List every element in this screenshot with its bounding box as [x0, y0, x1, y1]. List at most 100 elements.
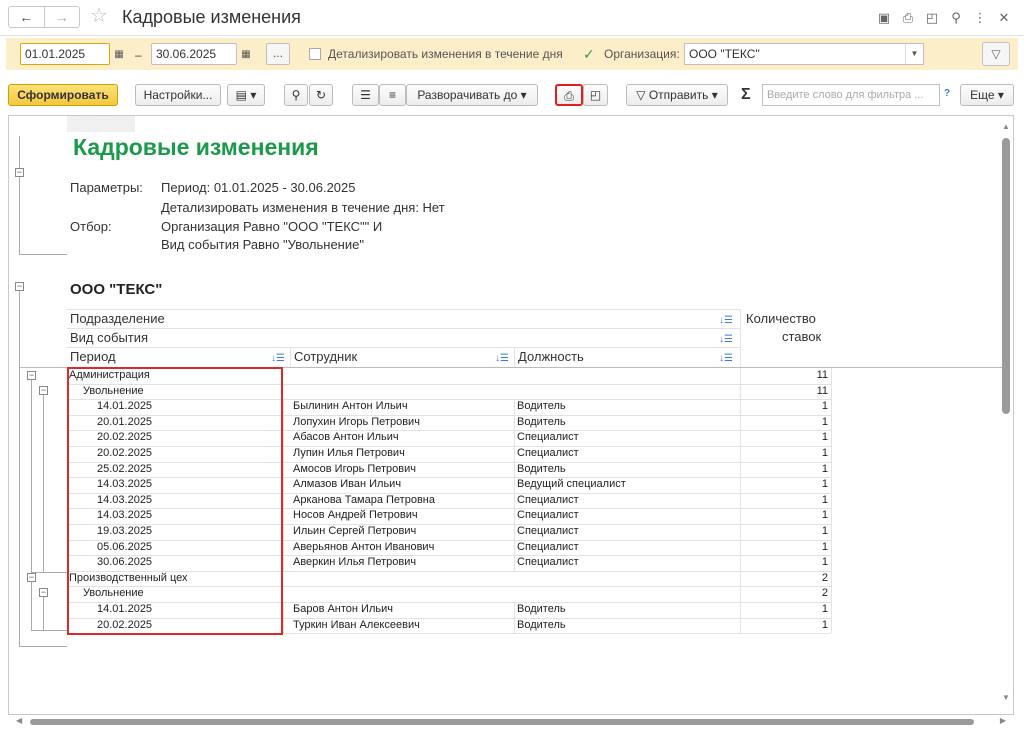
more-button[interactable]: Еще ▾	[960, 84, 1014, 106]
generate-button[interactable]: Сформировать	[8, 84, 118, 106]
sort-icon[interactable]: ↓☰	[719, 350, 733, 368]
employee-cell[interactable]: Баров Антон Ильич	[293, 602, 393, 617]
scroll-up-icon[interactable]: ▲	[1002, 122, 1010, 131]
header-count-line1[interactable]: Количество	[746, 310, 816, 328]
org-select[interactable]: ООО "ТЕКС" ▼	[684, 43, 924, 65]
chevron-down-icon[interactable]: ▼	[905, 44, 923, 64]
header-dept[interactable]: Подразделение	[70, 310, 165, 328]
count-cell[interactable]: 11	[742, 368, 828, 383]
print-icon[interactable]: ⎙	[896, 8, 920, 28]
employee-cell[interactable]: Амосов Игорь Петрович	[293, 462, 416, 477]
employee-cell[interactable]: Аверьянов Антон Иванович	[293, 540, 434, 555]
count-cell[interactable]: 1	[742, 415, 828, 430]
employee-cell[interactable]: Арканова Тамара Петровна	[293, 493, 435, 508]
employee-cell[interactable]: Лупин Илья Петрович	[293, 446, 405, 461]
count-cell[interactable]: 1	[742, 446, 828, 461]
scroll-down-icon[interactable]: ▼	[1002, 693, 1010, 702]
collapse-all-button[interactable]: ≡	[379, 84, 406, 106]
more-vertical-icon[interactable]: ⋮	[968, 8, 992, 28]
header-position[interactable]: Должность	[518, 348, 584, 366]
position-cell[interactable]: Специалист	[517, 540, 579, 555]
count-cell[interactable]: 1	[742, 399, 828, 414]
position-cell[interactable]: Водитель	[517, 602, 566, 617]
refresh-button[interactable]: ↻	[309, 84, 333, 106]
close-icon[interactable]: ✕	[992, 8, 1016, 28]
count-cell[interactable]: 1	[742, 524, 828, 539]
expand-to-button[interactable]: Разворачивать до ▾	[406, 84, 538, 106]
expand-all-button[interactable]: ☰	[352, 84, 379, 106]
filter-funnel-icon[interactable]: ▽	[982, 42, 1010, 66]
scroll-thumb[interactable]	[30, 719, 974, 725]
scroll-thumb[interactable]	[1002, 138, 1010, 414]
employee-cell[interactable]: Абасов Антон Ильич	[293, 430, 399, 445]
position-cell[interactable]: Специалист	[517, 493, 579, 508]
detail-checkbox[interactable]	[309, 48, 321, 60]
position-cell[interactable]: Водитель	[517, 462, 566, 477]
position-cell[interactable]: Специалист	[517, 508, 579, 523]
count-cell[interactable]: 1	[742, 602, 828, 617]
variant-button[interactable]: ▤ ▾	[227, 84, 265, 106]
count-cell[interactable]: 1	[742, 477, 828, 492]
search-button[interactable]: ⚲	[284, 84, 308, 106]
settings-button[interactable]: Настройки...	[135, 84, 221, 106]
sum-icon[interactable]: Σ	[741, 86, 751, 104]
employee-cell[interactable]: Туркин Иван Алексеевич	[293, 618, 420, 633]
collapse-dept-toggle[interactable]: −	[27, 371, 36, 380]
save-icon[interactable]: ▣	[872, 8, 896, 28]
horizontal-scrollbar[interactable]: ◀ ▶	[8, 716, 1008, 728]
count-cell[interactable]: 2	[742, 571, 828, 586]
sort-icon[interactable]: ↓☰	[719, 331, 733, 349]
print-button[interactable]: ⎙	[555, 84, 583, 106]
header-count-line2[interactable]: ставок	[782, 328, 821, 346]
employee-cell[interactable]: Лопухин Игорь Петрович	[293, 415, 420, 430]
position-cell[interactable]: Специалист	[517, 446, 579, 461]
favorite-star-icon[interactable]: ☆	[90, 5, 108, 27]
collapse-org-toggle[interactable]: −	[15, 282, 24, 291]
forward-arrow-icon[interactable]: →	[43, 7, 80, 27]
header-period[interactable]: Период	[70, 348, 116, 366]
calendar-to-icon[interactable]: ▦	[237, 44, 255, 64]
count-cell[interactable]: 1	[742, 493, 828, 508]
sort-icon[interactable]: ↓☰	[271, 350, 285, 368]
back-arrow-icon[interactable]: ←	[9, 7, 44, 27]
scroll-left-icon[interactable]: ◀	[16, 716, 22, 725]
org-checkbox[interactable]: ✓	[583, 47, 595, 61]
collapse-header-toggle[interactable]: −	[15, 168, 24, 177]
link-icon[interactable]: ⚲	[944, 8, 968, 28]
count-cell[interactable]: 1	[742, 618, 828, 633]
count-cell[interactable]: 1	[742, 430, 828, 445]
collapse-dept-toggle[interactable]: −	[27, 573, 36, 582]
sort-icon[interactable]: ↓☰	[495, 350, 509, 368]
position-cell[interactable]: Водитель	[517, 618, 566, 633]
scroll-right-icon[interactable]: ▶	[1000, 716, 1006, 725]
send-button[interactable]: ▽ Отправить ▾	[626, 84, 728, 106]
collapse-event-toggle[interactable]: −	[39, 386, 48, 395]
employee-cell[interactable]: Былинин Антон Ильич	[293, 399, 408, 414]
print-preview-button[interactable]: ◰	[583, 84, 608, 106]
position-cell[interactable]: Специалист	[517, 430, 579, 445]
count-cell[interactable]: 1	[742, 508, 828, 523]
count-cell[interactable]: 2	[742, 586, 828, 601]
count-cell[interactable]: 11	[742, 384, 828, 399]
position-cell[interactable]: Специалист	[517, 555, 579, 570]
employee-cell[interactable]: Ильин Сергей Петрович	[293, 524, 416, 539]
date-from-input[interactable]: 01.01.2025	[20, 43, 110, 65]
period-select-button[interactable]: ...	[266, 43, 290, 65]
employee-cell[interactable]: Алмазов Иван Ильич	[293, 477, 401, 492]
help-icon[interactable]: ?	[944, 88, 950, 99]
count-cell[interactable]: 1	[742, 462, 828, 477]
filter-search-input[interactable]: Введите слово для фильтра ...	[762, 84, 940, 106]
count-cell[interactable]: 1	[742, 555, 828, 570]
calendar-from-icon[interactable]: ▦	[110, 44, 128, 64]
count-cell[interactable]: 1	[742, 540, 828, 555]
sort-icon[interactable]: ↓☰	[719, 312, 733, 330]
employee-cell[interactable]: Носов Андрей Петрович	[293, 508, 418, 523]
vertical-scrollbar[interactable]: ▲ ▼	[999, 116, 1013, 714]
position-cell[interactable]: Водитель	[517, 415, 566, 430]
employee-cell[interactable]: Аверкин Илья Петрович	[293, 555, 416, 570]
position-cell[interactable]: Водитель	[517, 399, 566, 414]
header-event[interactable]: Вид события	[70, 329, 148, 347]
header-employee[interactable]: Сотрудник	[294, 348, 357, 366]
date-to-input[interactable]: 30.06.2025	[151, 43, 237, 65]
position-cell[interactable]: Ведущий специалист	[517, 477, 626, 492]
